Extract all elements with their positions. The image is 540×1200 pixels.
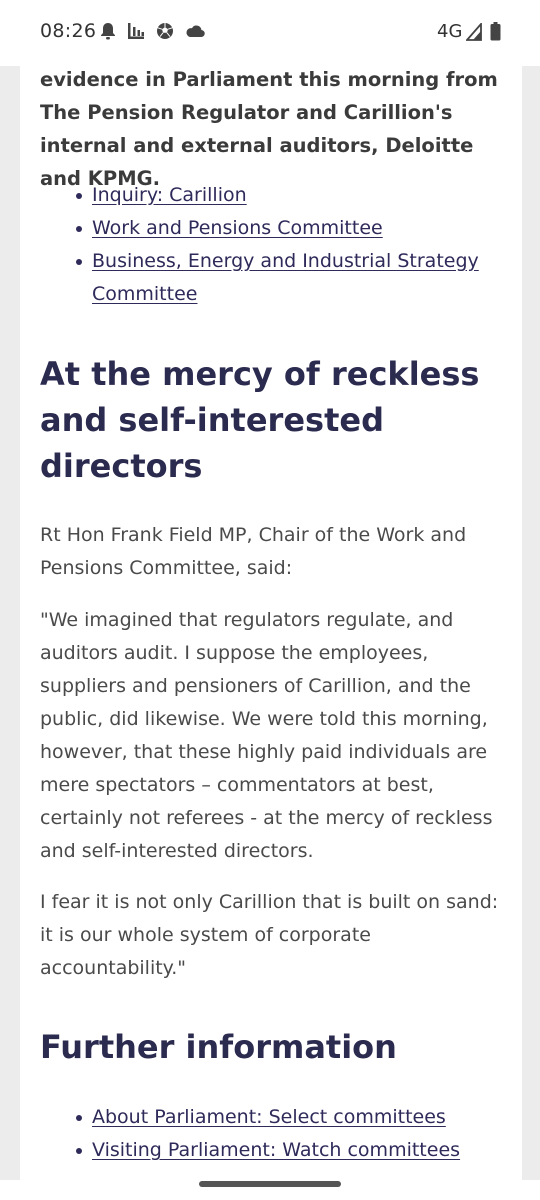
section-heading: At the mercy of reckless and self-intere… bbox=[40, 355, 480, 485]
quote-paragraph: "We imagined that regulators regulate, a… bbox=[40, 609, 493, 862]
link-beis-committee[interactable]: Business, Energy and Industrial Strategy… bbox=[92, 250, 479, 305]
page-margin-left bbox=[0, 66, 20, 1180]
page-margin-right bbox=[522, 66, 540, 1180]
intro-paragraph: evidence in Parliament this morning from… bbox=[40, 68, 498, 190]
speaker-paragraph: Rt Hon Frank Field MP, Chair of the Work… bbox=[40, 524, 467, 579]
cloud-icon bbox=[185, 24, 205, 38]
status-system-icons bbox=[466, 22, 501, 41]
list-item: Visiting Parliament: Watch committees bbox=[40, 1134, 510, 1167]
status-notification-icons bbox=[100, 22, 205, 40]
bar-chart-icon bbox=[127, 22, 145, 40]
signal-icon bbox=[466, 22, 482, 41]
gesture-handle[interactable] bbox=[199, 1181, 341, 1187]
link-inquiry-carillion[interactable]: Inquiry: Carillion bbox=[92, 184, 247, 206]
battery-icon bbox=[490, 22, 501, 41]
soccer-ball-icon bbox=[156, 22, 174, 40]
related-links-list: Inquiry: Carillion Work and Pensions Com… bbox=[40, 179, 510, 311]
link-watch-committees[interactable]: Visiting Parliament: Watch committees bbox=[92, 1139, 460, 1161]
link-select-committees[interactable]: About Parliament: Select committees bbox=[92, 1106, 446, 1128]
link-work-and-pensions-committee[interactable]: Work and Pensions Committee bbox=[92, 217, 383, 239]
list-item: Work and Pensions Committee bbox=[40, 212, 510, 245]
quote-paragraph-2: I fear it is not only Carillion that is … bbox=[40, 891, 499, 979]
list-item: About Parliament: Select committees bbox=[40, 1101, 510, 1134]
article-card[interactable]: evidence in Parliament this morning from… bbox=[20, 66, 522, 1180]
notification-bell-icon bbox=[100, 22, 116, 40]
status-bar: 08:26 4G bbox=[0, 0, 540, 66]
further-links-list: About Parliament: Select committees Visi… bbox=[40, 1101, 510, 1167]
network-type: 4G bbox=[437, 21, 463, 42]
list-item: Inquiry: Carillion bbox=[40, 179, 510, 212]
further-information-heading: Further information bbox=[40, 1028, 397, 1066]
status-time: 08:26 bbox=[40, 20, 97, 42]
list-item: Business, Energy and Industrial Strategy… bbox=[40, 245, 510, 311]
